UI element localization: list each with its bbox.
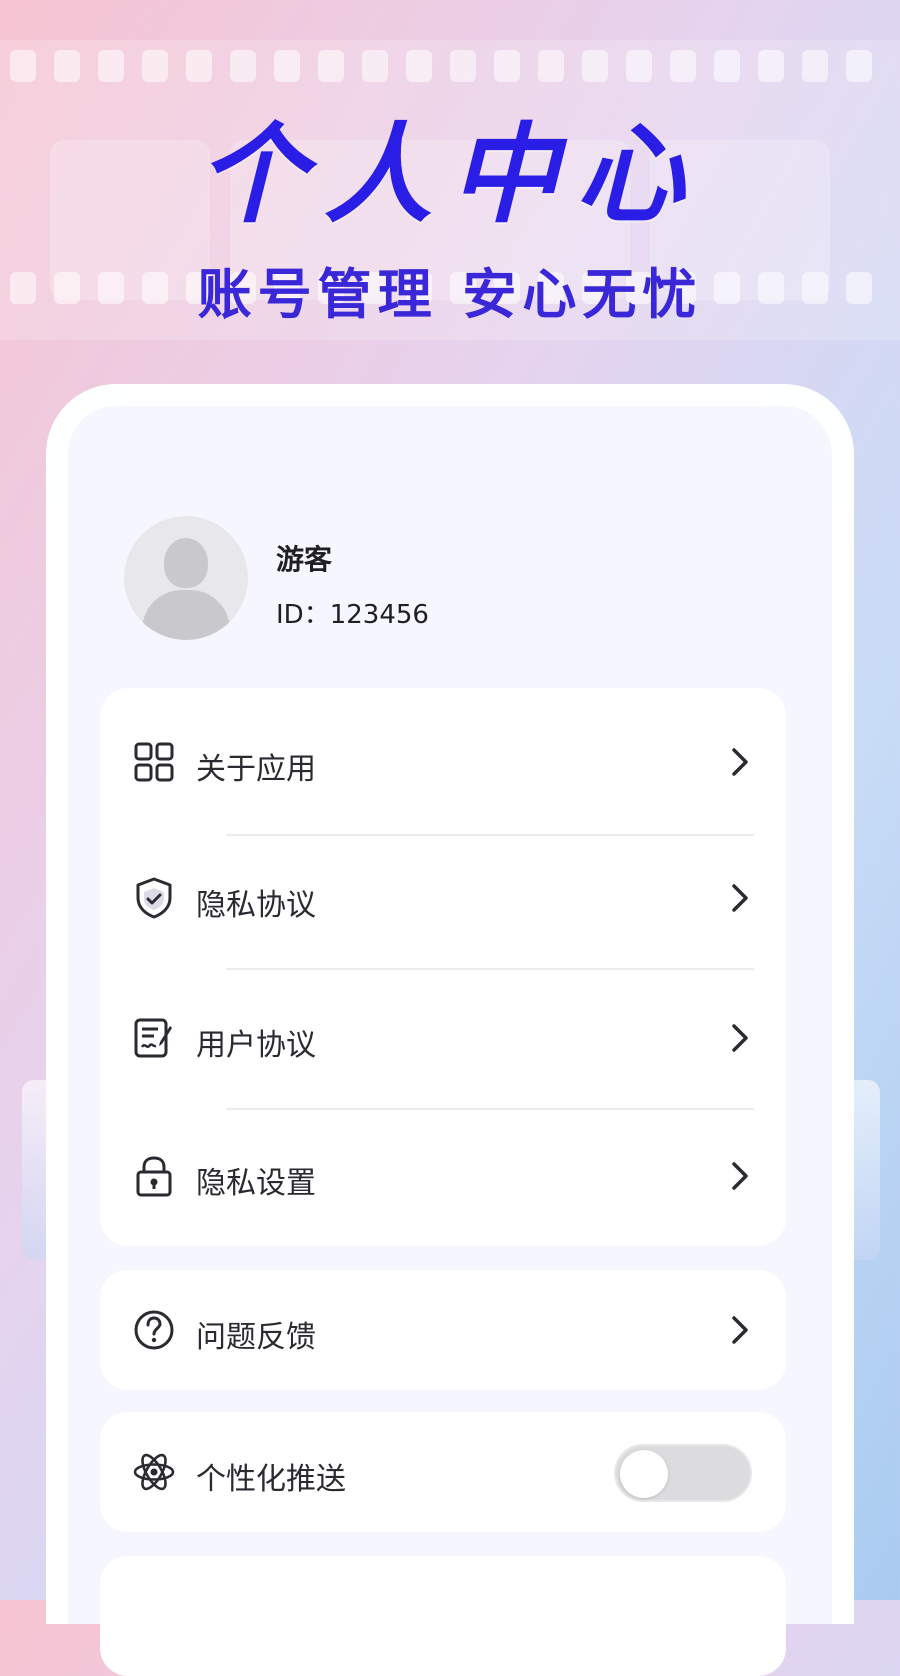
menu-panel-next — [100, 1556, 786, 1676]
menu-item-label: 问题反馈 — [196, 1320, 316, 1355]
hero-title: 个人中心 — [197, 113, 702, 238]
divider — [226, 968, 754, 970]
user-silhouette-icon — [164, 538, 208, 588]
menu-item-user-agreement[interactable]: 用户协议 — [100, 988, 786, 1088]
menu-item-label: 隐私设置 — [196, 1166, 316, 1201]
menu-item-privacy-policy[interactable]: 隐私协议 — [100, 848, 786, 948]
push-toggle[interactable] — [614, 1444, 752, 1502]
chevron-right-icon — [732, 884, 748, 912]
menu-item-personalized-push: 个性化推送 — [100, 1422, 786, 1522]
menu-item-about[interactable]: 关于应用 — [100, 712, 786, 812]
divider — [226, 834, 754, 836]
menu-item-label: 隐私协议 — [196, 888, 316, 923]
chevron-right-icon — [732, 1162, 748, 1190]
menu-item-label: 个性化推送 — [196, 1462, 346, 1497]
lock-icon — [136, 1156, 172, 1197]
chevron-right-icon — [732, 1024, 748, 1052]
document-sign-icon — [134, 1018, 172, 1058]
grid-apps-icon — [134, 742, 174, 782]
film-holes-top — [0, 50, 900, 86]
menu-item-label: 用户协议 — [196, 1028, 316, 1063]
menu-item-label: 关于应用 — [196, 752, 316, 787]
atom-icon — [133, 1453, 175, 1491]
profile-card: 游客 ID：123456 关于应用 隐私协议 用户协议 隐私设置 问题反馈 个性… — [46, 384, 854, 1676]
profile-header: 游客 ID：123456 — [124, 516, 774, 646]
chevron-right-icon — [732, 748, 748, 776]
toggle-knob — [620, 1450, 668, 1498]
menu-item-feedback[interactable]: 问题反馈 — [100, 1280, 786, 1380]
menu-panel-feedback: 问题反馈 — [100, 1270, 786, 1390]
hero-subtitle: 账号管理 安心无忧 — [197, 263, 703, 326]
chevron-right-icon — [732, 1316, 748, 1344]
divider — [226, 1108, 754, 1110]
profile-name: 游客 — [276, 543, 333, 576]
menu-panel-main: 关于应用 隐私协议 用户协议 隐私设置 — [100, 688, 786, 1246]
question-circle-icon — [134, 1310, 174, 1350]
menu-panel-push: 个性化推送 — [100, 1412, 786, 1532]
shield-check-icon — [136, 877, 172, 919]
avatar[interactable] — [124, 516, 248, 640]
menu-item-privacy-settings[interactable]: 隐私设置 — [100, 1126, 786, 1226]
profile-id: ID：123456 — [276, 600, 429, 630]
